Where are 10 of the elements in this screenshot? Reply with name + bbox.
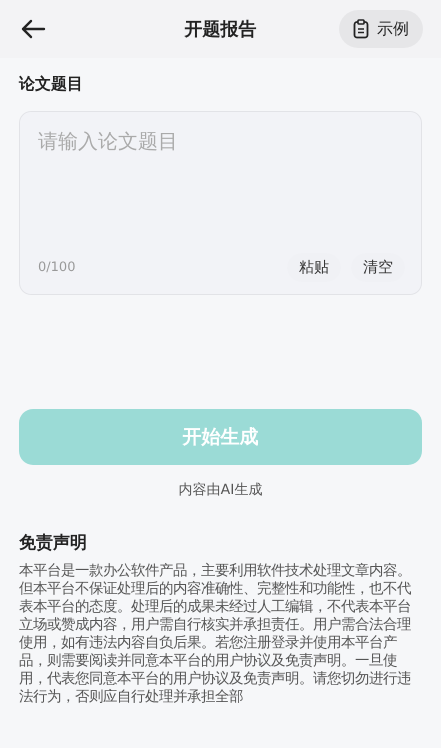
example-button[interactable]: 示例	[339, 10, 423, 48]
topic-input-field[interactable]: 请输入论文题目 0/100 粘贴 清空	[19, 111, 422, 295]
section-label: 论文题目	[19, 74, 84, 95]
character-counter: 0/100	[38, 260, 76, 275]
clipboard-icon	[353, 19, 369, 39]
ai-note: 内容由AI生成	[178, 481, 264, 499]
disclaimer-text: 本平台是一款办公软件产品，主要利用软件技术处理文章内容。但本平台不保证处理后的内容准确性、完整性和功能性，也不代表本平台的态度。处理后的成果未经过人工编辑，不代表本平台立场或赞成内容，用户需自行核实并承担责任。用户需合法合理使用，如有违法内容自负后果。若您注册登录并使用本平台产品，则需要阅读并同意本平台的用户协议及免责声明。一旦使用，代表您同意本平台的用户协议及免责声明。请您切勿进行违法行为，否则应自行处理并承担全部	[19, 562, 412, 706]
disclaimer-title: 免责声明	[19, 532, 88, 554]
back-button[interactable]	[20, 18, 46, 40]
page-title: 开题报告	[184, 18, 258, 41]
